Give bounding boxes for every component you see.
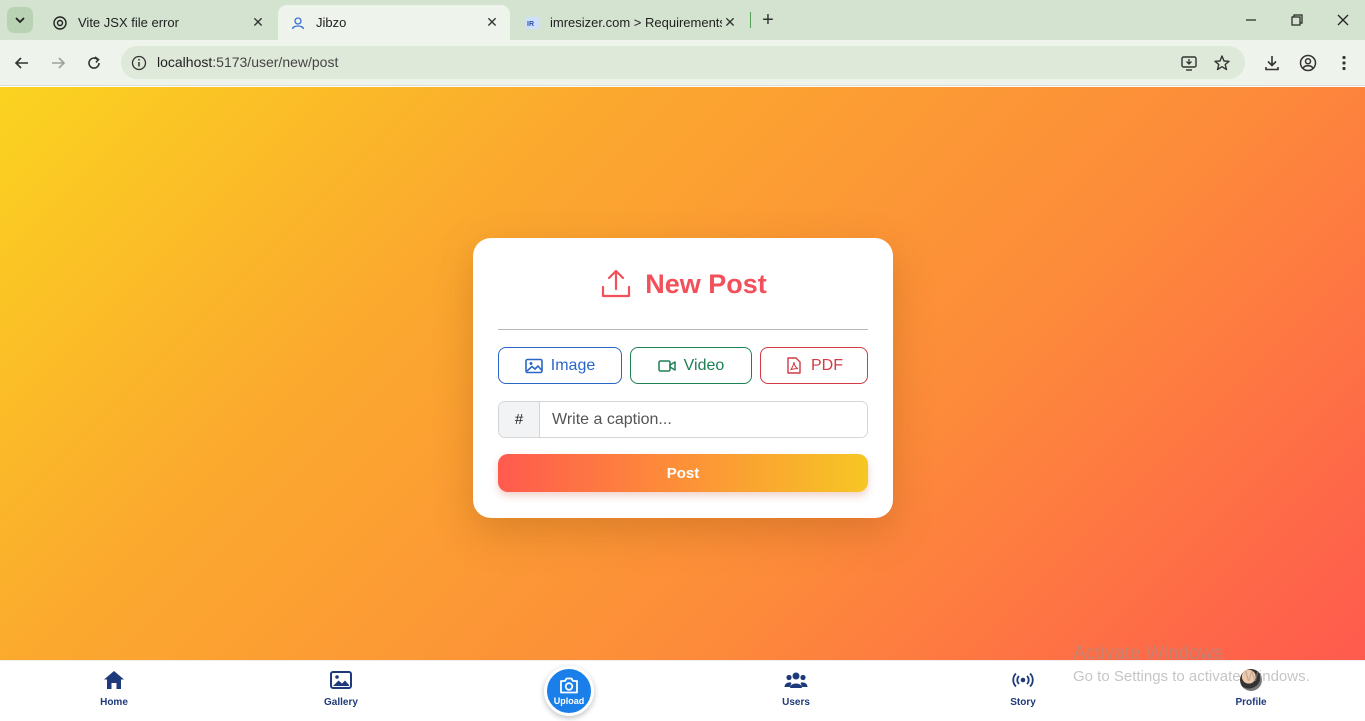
pdf-button[interactable]: PDF	[760, 347, 868, 384]
browser-tab-strip: Vite JSX file error ✕ Jibzo ✕ IR imresiz…	[0, 0, 1365, 40]
reload-icon[interactable]	[82, 51, 106, 75]
nav-upload[interactable]: Upload	[544, 666, 594, 716]
url-path: :5173/user/new/post	[212, 54, 339, 70]
more-menu-icon[interactable]	[1332, 51, 1356, 75]
watermark-line-2: Go to Settings to activate Windows.	[1073, 668, 1310, 685]
pdf-file-icon	[785, 357, 803, 375]
nav-profile-label: Profile	[1235, 697, 1267, 708]
bookmark-star-icon[interactable]	[1211, 52, 1233, 74]
image-button-label: Image	[550, 356, 596, 374]
video-button-label: Video	[683, 356, 725, 374]
nav-users[interactable]: Users	[756, 669, 836, 708]
pdf-button-label: PDF	[811, 356, 843, 374]
svg-text:IR: IR	[527, 21, 534, 28]
nav-gallery[interactable]: Gallery	[301, 669, 381, 708]
camera-icon	[560, 677, 578, 693]
tab-imresizer[interactable]: IR imresizer.com > Requirements ✕	[512, 5, 748, 40]
post-button[interactable]: Post	[498, 454, 868, 492]
users-icon	[784, 669, 808, 691]
page-background: New Post Image Video PDF # Post	[0, 87, 1365, 661]
tab-jibzo[interactable]: Jibzo ✕	[278, 5, 510, 40]
user-icon	[290, 15, 306, 31]
video-camera-icon	[657, 357, 676, 375]
address-bar[interactable]: localhost:5173/user/new/post	[121, 46, 1245, 79]
video-button[interactable]: Video	[630, 347, 752, 384]
back-arrow-icon[interactable]	[10, 51, 34, 75]
caption-input[interactable]	[540, 402, 867, 437]
window-close-icon[interactable]	[1331, 8, 1355, 32]
imresizer-icon: IR	[524, 15, 540, 31]
broadcast-icon	[1011, 669, 1035, 691]
image-icon	[524, 357, 543, 375]
card-header: New Post	[473, 264, 893, 304]
gallery-icon	[329, 669, 353, 691]
new-post-card: New Post Image Video PDF # Post	[473, 238, 893, 518]
nav-home-label: Home	[100, 697, 128, 708]
install-app-icon[interactable]	[1178, 52, 1200, 74]
nav-upload-label: Upload	[553, 695, 585, 706]
caption-group: #	[498, 401, 868, 438]
url-text: localhost:5173/user/new/post	[157, 54, 338, 70]
upload-icon	[602, 269, 631, 298]
nav-home[interactable]: Home	[74, 669, 154, 708]
tab-title: Vite JSX file error	[78, 15, 179, 30]
hashtag-prefix: #	[499, 402, 540, 437]
tab-search-button[interactable]	[7, 7, 33, 33]
url-host: localhost	[157, 54, 213, 70]
tab-vite-jsx[interactable]: Vite JSX file error ✕	[40, 5, 276, 40]
nav-story[interactable]: Story	[983, 669, 1063, 708]
forward-arrow-icon[interactable]	[46, 51, 70, 75]
site-info-icon[interactable]	[129, 53, 149, 73]
home-icon	[102, 669, 126, 691]
close-icon[interactable]: ✕	[722, 14, 738, 31]
card-title: New Post	[645, 268, 767, 299]
download-icon[interactable]	[1260, 51, 1284, 75]
nav-story-label: Story	[1010, 697, 1036, 708]
nav-users-label: Users	[782, 697, 810, 708]
browser-toolbar: localhost:5173/user/new/post	[0, 40, 1365, 86]
tab-separator	[750, 12, 751, 28]
watermark-line-1: Activate Windows	[1073, 643, 1223, 664]
close-icon[interactable]: ✕	[250, 14, 266, 31]
activate-windows-watermark: Activate Windows Go to Settings to activ…	[1073, 643, 1310, 685]
close-icon[interactable]: ✕	[484, 14, 500, 31]
chevron-down-icon	[15, 17, 25, 24]
minimize-icon[interactable]	[1239, 8, 1263, 32]
restore-icon[interactable]	[1285, 8, 1309, 32]
tab-title: imresizer.com > Requirements	[550, 15, 722, 30]
divider	[498, 329, 868, 330]
nav-gallery-label: Gallery	[324, 697, 358, 708]
account-icon[interactable]	[1296, 51, 1320, 75]
image-button[interactable]: Image	[498, 347, 622, 384]
openai-icon	[52, 15, 68, 31]
tab-title: Jibzo	[316, 15, 347, 30]
new-tab-button[interactable]: +	[758, 9, 778, 31]
